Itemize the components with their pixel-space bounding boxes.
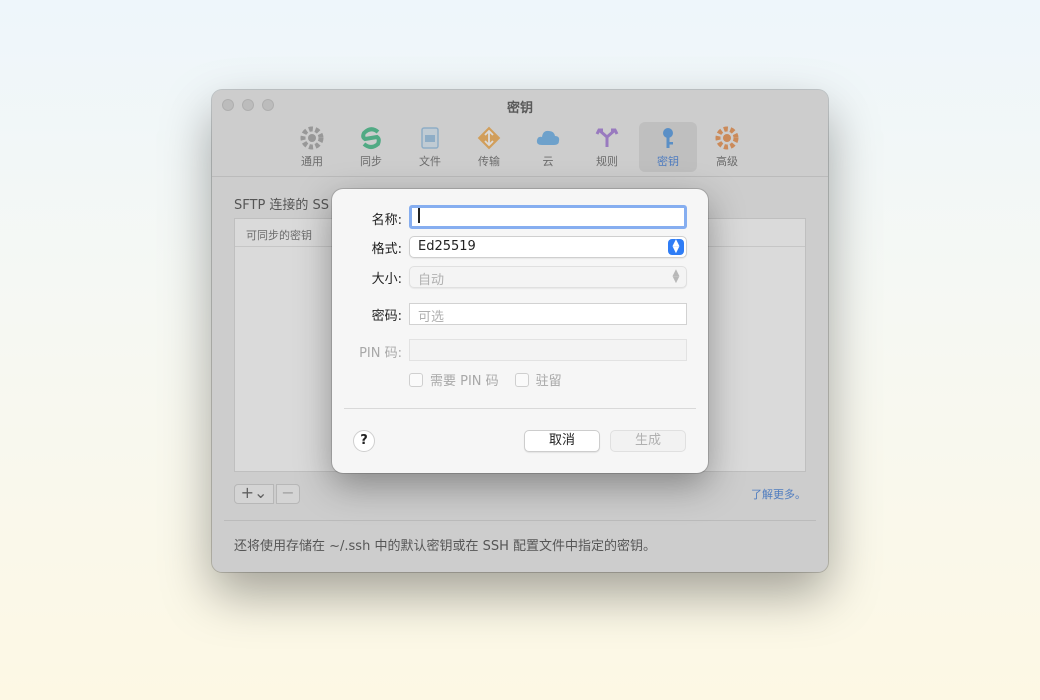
password-label: 密码: [371, 309, 402, 324]
tab-files[interactable]: 文件 [401, 122, 459, 172]
sheet-divider [344, 408, 696, 409]
footer-text: 还将使用存储在 ~/.ssh 中的默认密钥或在 SSH 配置文件中指定的密钥。 [234, 539, 656, 554]
password-input[interactable]: 可选 [409, 303, 687, 325]
tab-transfer[interactable]: 传输 [460, 122, 518, 172]
name-label: 名称: [371, 213, 402, 228]
require-pin-label: 需要 PIN 码 [430, 374, 499, 389]
tab-advanced[interactable]: 高级 [698, 122, 756, 172]
pin-input[interactable] [409, 339, 687, 361]
tab-sync[interactable]: 同步 [342, 122, 400, 172]
resident-checkbox[interactable] [514, 372, 529, 387]
add-key-button[interactable]: +⌄ [234, 484, 274, 504]
size-select[interactable]: 自动 ▲ ▼ [409, 266, 687, 288]
text-caret [418, 208, 420, 223]
content-title: SFTP 连接的 SS [234, 198, 330, 213]
format-select[interactable]: Ed25519 ▲ ▼ [409, 236, 687, 258]
footer-divider [224, 520, 816, 521]
transfer-icon [477, 126, 501, 150]
key-icon [663, 128, 673, 148]
gear-icon [300, 126, 324, 150]
learn-more-link[interactable]: 了解更多。 [751, 486, 806, 502]
tab-rules[interactable]: 规则 [578, 122, 636, 172]
window-title: 密钥 [506, 101, 533, 116]
preferences-toolbar: 通用 同步 文件 传输 云 规则 密钥 高级 [212, 122, 828, 176]
generate-key-sheet: 名称: 格式: Ed25519 ▲ ▼ 大小: 自动 ▲ ▼ 密码: 可选 PIN … [332, 189, 708, 473]
toolbar-divider [212, 176, 828, 177]
size-label: 大小: [371, 272, 402, 287]
add-remove-controls: +⌄ − [234, 484, 300, 504]
format-label: 格式: [371, 242, 402, 257]
cancel-button[interactable]: 取消 [524, 430, 600, 452]
chevron-updown-icon: ▲ ▼ [668, 239, 684, 255]
remove-key-button[interactable]: − [276, 484, 300, 504]
resident-label: 驻留 [535, 374, 562, 389]
advanced-gear-icon [715, 126, 739, 150]
file-icon [421, 127, 439, 149]
tab-general[interactable]: 通用 [283, 122, 341, 172]
rules-icon [595, 128, 619, 147]
tab-keys[interactable]: 密钥 [639, 122, 697, 172]
titlebar: 密钥 [212, 90, 828, 120]
require-pin-checkbox[interactable] [409, 372, 423, 387]
generate-button[interactable]: 生成 [610, 430, 686, 452]
sync-icon [361, 127, 381, 149]
cloud-icon [536, 130, 560, 145]
pin-options: 需要 PIN 码 驻留 [409, 370, 578, 389]
pin-label: PIN 码: [359, 346, 402, 361]
chevron-updown-icon: ▲ ▼ [672, 268, 680, 285]
name-input[interactable] [409, 205, 687, 229]
tab-cloud[interactable]: 云 [519, 122, 577, 172]
help-button[interactable]: ? [353, 430, 375, 452]
